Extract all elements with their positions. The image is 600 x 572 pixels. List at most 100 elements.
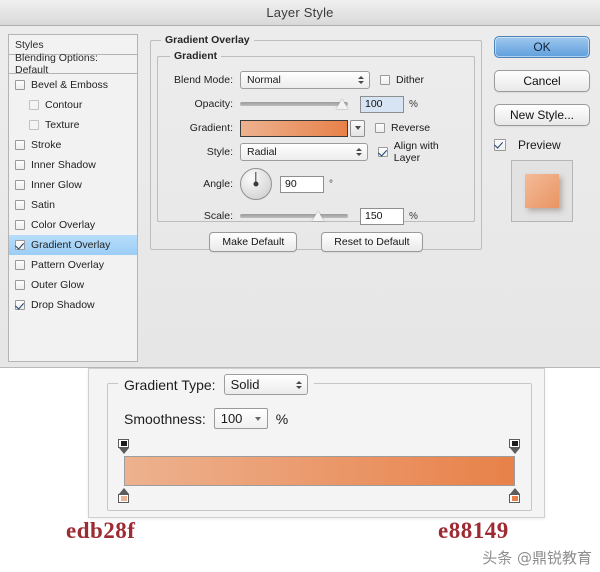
opacity-slider[interactable] xyxy=(240,97,348,111)
gradient-ramp[interactable] xyxy=(124,456,515,486)
opacity-unit: % xyxy=(409,98,418,110)
effect-checkbox[interactable] xyxy=(15,240,25,250)
gradient-style-select[interactable]: Radial xyxy=(240,143,368,161)
color-stop[interactable] xyxy=(509,488,521,503)
preview-checkbox[interactable] xyxy=(494,139,506,151)
scale-input[interactable]: 150 xyxy=(360,207,404,225)
effect-checkbox[interactable] xyxy=(15,180,25,190)
effect-checkbox[interactable] xyxy=(15,220,25,230)
stepper-arrows-icon xyxy=(295,380,302,389)
opacity-stop[interactable] xyxy=(118,439,130,454)
effect-checkbox[interactable] xyxy=(15,260,25,270)
sidebar-item-gradient-overlay[interactable]: Gradient Overlay xyxy=(9,235,137,255)
gradient-editor-panel: Gradient Type: Solid Smoothness: 100 % xyxy=(88,368,545,518)
sidebar-item-inner-shadow[interactable]: Inner Shadow xyxy=(9,155,137,175)
stepper-arrows-icon xyxy=(358,76,364,84)
color-stop-chip xyxy=(118,494,129,503)
align-with-layer-checkbox[interactable] xyxy=(377,147,388,157)
gradient-type-label: Gradient Type: xyxy=(124,376,216,393)
chevron-down-icon xyxy=(254,416,261,421)
scale-slider-knob[interactable] xyxy=(312,211,324,221)
scale-slider-track xyxy=(240,214,348,218)
gradient-row: Gradient: Reverse xyxy=(166,116,466,140)
make-default-button[interactable]: Make Default xyxy=(209,232,298,252)
sidebar-item-label: Outer Glow xyxy=(31,279,85,291)
effect-checkbox[interactable] xyxy=(15,200,25,210)
smoothness-label: Smoothness: xyxy=(124,410,206,427)
sidebar-item-label: Bevel & Emboss xyxy=(31,79,109,91)
reverse-checkbox[interactable] xyxy=(375,123,385,133)
gradient-group: Gradient Blend Mode: Normal Dither Opaci… xyxy=(157,50,475,225)
blend-mode-value: Normal xyxy=(247,74,281,86)
effect-checkbox[interactable] xyxy=(15,80,25,90)
sidebar-item-styles[interactable]: Styles xyxy=(8,34,138,54)
style-row: Style: Radial Align with Layer xyxy=(166,140,466,164)
blend-mode-label: Blend Mode: xyxy=(174,74,233,86)
sidebar-item-label: Satin xyxy=(31,199,55,211)
sidebar-item-blending-options[interactable]: Blending Options: Default xyxy=(8,52,138,76)
reverse-option[interactable]: Reverse xyxy=(375,122,430,134)
sidebar-item-contour[interactable]: Contour xyxy=(9,95,137,115)
sidebar-item-inner-glow[interactable]: Inner Glow xyxy=(9,175,137,195)
dither-checkbox[interactable] xyxy=(380,75,390,85)
opacity-value: 100 xyxy=(365,98,383,110)
sidebar-item-texture[interactable]: Texture xyxy=(9,115,137,135)
effect-checkbox[interactable] xyxy=(15,160,25,170)
preview-label: Preview xyxy=(518,138,561,152)
smoothness-value: 100 xyxy=(220,411,243,426)
gradient-type-value: Solid xyxy=(230,377,260,392)
preview-option[interactable]: Preview xyxy=(494,138,590,152)
sidebar-item-label: Inner Glow xyxy=(31,179,82,191)
opacity-stop[interactable] xyxy=(509,439,521,454)
effect-checkbox[interactable] xyxy=(15,140,25,150)
styles-label: Styles xyxy=(15,38,44,51)
right-hex-annotation: e88149 xyxy=(438,518,509,543)
angle-value: 90 xyxy=(285,178,297,190)
gradient-preview-swatch[interactable] xyxy=(240,119,348,137)
sidebar-item-label: Contour xyxy=(45,99,83,111)
align-with-layer-option[interactable]: Align with Layer xyxy=(377,140,466,164)
watermark: 头条 @鼎锐教育 xyxy=(482,549,592,567)
color-stop[interactable] xyxy=(118,488,130,503)
opacity-stop-chip xyxy=(118,439,129,448)
effect-checkbox[interactable] xyxy=(29,100,39,110)
angle-dial[interactable] xyxy=(240,168,272,200)
new-style-button[interactable]: New Style... xyxy=(494,104,590,126)
scale-value: 150 xyxy=(365,210,383,222)
sidebar-item-bevel-emboss[interactable]: Bevel & Emboss xyxy=(9,75,137,95)
dither-option[interactable]: Dither xyxy=(380,74,424,86)
ok-button[interactable]: OK xyxy=(494,36,590,58)
smoothness-row: Smoothness: 100 % xyxy=(124,408,288,429)
blend-mode-select[interactable]: Normal xyxy=(240,71,370,89)
cancel-button[interactable]: Cancel xyxy=(494,70,590,92)
gradient-picker-dropdown[interactable] xyxy=(350,119,365,137)
effect-checkbox[interactable] xyxy=(29,120,39,130)
effect-checkbox[interactable] xyxy=(15,300,25,310)
left-hex-annotation: edb28f xyxy=(66,518,136,543)
opacity-stop-pointer xyxy=(510,448,520,454)
gradient-overlay-panel: Gradient Overlay Gradient Blend Mode: No… xyxy=(138,34,490,362)
dialog-title: Layer Style xyxy=(266,5,334,20)
reverse-label: Reverse xyxy=(391,122,431,134)
sidebar-item-color-overlay[interactable]: Color Overlay xyxy=(9,215,137,235)
effect-checkbox[interactable] xyxy=(15,280,25,290)
sidebar-item-outer-glow[interactable]: Outer Glow xyxy=(9,275,137,295)
opacity-slider-knob[interactable] xyxy=(336,99,348,109)
angle-input[interactable]: 90 xyxy=(280,175,324,193)
gradient-label: Gradient: xyxy=(189,122,233,134)
reset-to-default-button[interactable]: Reset to Default xyxy=(321,232,423,252)
scale-slider[interactable] xyxy=(240,209,348,223)
scale-unit: % xyxy=(409,210,418,222)
smoothness-select[interactable]: 100 xyxy=(213,408,268,429)
gradient-type-select[interactable]: Solid xyxy=(223,374,308,395)
color-stop-chip xyxy=(509,494,520,503)
sidebar-item-satin[interactable]: Satin xyxy=(9,195,137,215)
angle-row: Angle: 90 ° xyxy=(166,164,466,204)
opacity-input[interactable]: 100 xyxy=(360,95,404,113)
sidebar-item-label: Color Overlay xyxy=(31,219,96,231)
sidebar-item-stroke[interactable]: Stroke xyxy=(9,135,137,155)
opacity-stop-pointer xyxy=(119,448,129,454)
sidebar-item-drop-shadow[interactable]: Drop Shadow xyxy=(9,295,137,315)
sidebar-item-pattern-overlay[interactable]: Pattern Overlay xyxy=(9,255,137,275)
sidebar-item-label: Gradient Overlay xyxy=(31,239,111,251)
